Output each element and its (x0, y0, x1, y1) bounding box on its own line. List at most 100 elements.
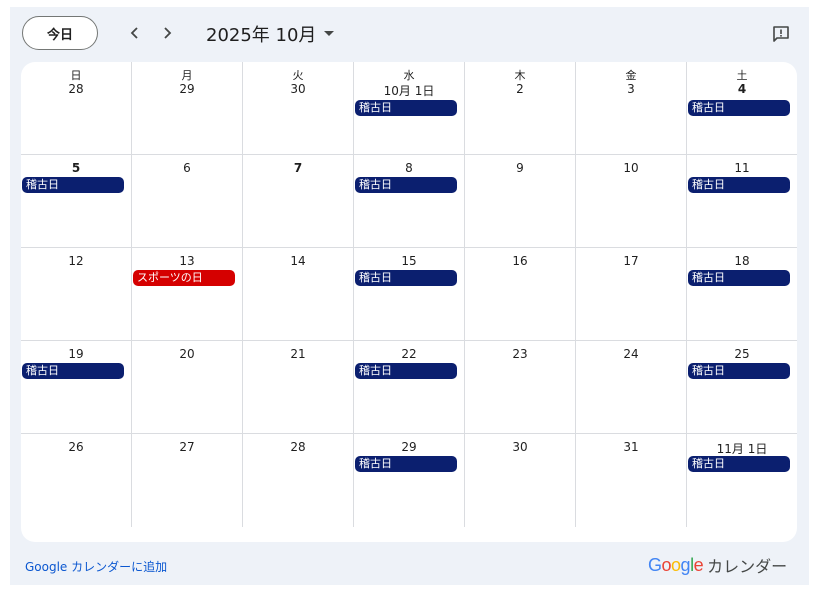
day-cell[interactable]: 29 稽古日 (354, 434, 465, 527)
day-number[interactable]: 30 (465, 440, 575, 454)
day-cell[interactable]: 金3 (576, 62, 687, 155)
event-chip[interactable]: スポーツの日 (133, 270, 235, 286)
day-number[interactable]: 25 (687, 347, 797, 361)
event-chip[interactable]: 稽古日 (688, 456, 790, 472)
weekday-label: 土 (736, 69, 748, 82)
day-number[interactable]: 28 (243, 440, 353, 454)
day-cell[interactable]: 12 (21, 248, 132, 341)
day-number[interactable]: 9 (465, 161, 575, 175)
month-selector[interactable]: 2025年 10月 (206, 21, 335, 47)
day-number[interactable]: 31 (576, 440, 686, 454)
day-number[interactable]: 29 (354, 440, 464, 454)
day-cell[interactable]: 水 10月 1日 稽古日 (354, 62, 465, 155)
day-cell[interactable]: 9 (465, 155, 576, 248)
day-cell[interactable]: 11 稽古日 (687, 155, 797, 248)
calendar-toolbar: 今日 2025年 10月 (10, 7, 809, 61)
week-row: 日 28 月 29 火 30 水 10月 1日 稽古日木 2 金 3 土 4 稽古日 (21, 62, 797, 155)
event-chip[interactable]: 稽古日 (22, 177, 124, 193)
day-cell[interactable]: 7 (243, 155, 354, 248)
weekday-label: 木 (514, 69, 526, 82)
day-number[interactable]: 19 (21, 347, 131, 361)
day-cell[interactable]: 火 30 (243, 62, 354, 155)
day-cell[interactable]: 17 (576, 248, 687, 341)
day-cell[interactable]: 22 稽古日 (354, 341, 465, 434)
day-number[interactable]: 17 (576, 254, 686, 268)
event-chip[interactable]: 稽古日 (688, 177, 790, 193)
day-cell[interactable]: 10 (576, 155, 687, 248)
week-row: 26 27 28 29 稽古日 30 31 11月 1日 稽古日 (21, 434, 797, 527)
day-number[interactable]: 24 (576, 347, 686, 361)
day-number[interactable]: 21 (243, 347, 353, 361)
day-number[interactable]: 2 (465, 82, 575, 96)
day-cell[interactable]: 26 (21, 434, 132, 527)
event-chip[interactable]: 稽古日 (355, 100, 457, 116)
day-number[interactable]: 28 (21, 82, 131, 96)
event-chip[interactable]: 稽古日 (688, 363, 790, 379)
day-number[interactable]: 7 (243, 161, 353, 175)
next-month-button[interactable] (154, 20, 180, 46)
chevron-right-icon (164, 27, 172, 39)
day-number[interactable]: 12 (21, 254, 131, 268)
day-cell[interactable]: 25 稽古日 (687, 341, 797, 434)
day-number[interactable]: 15 (354, 254, 464, 268)
add-to-google-calendar-link[interactable]: Google カレンダーに追加 (25, 558, 167, 575)
google-letter: g (680, 554, 691, 575)
day-cell[interactable]: 30 (465, 434, 576, 527)
day-cell[interactable]: 23 (465, 341, 576, 434)
day-cell[interactable]: 15 稽古日 (354, 248, 465, 341)
week-row: 5 稽古日 6 7 8 稽古日 9 10 11 稽古日 (21, 155, 797, 248)
weekday-label: 月 (181, 69, 193, 82)
day-cell[interactable]: 土 4 稽古日 (687, 62, 797, 155)
day-number[interactable]: 30 (243, 82, 353, 96)
day-cell[interactable]: 5 稽古日 (21, 155, 132, 248)
day-number[interactable]: 16 (465, 254, 575, 268)
day-number[interactable]: 10 (576, 161, 686, 175)
day-cell[interactable]: 13 スポーツの日 (132, 248, 243, 341)
day-number[interactable]: 6 (132, 161, 242, 175)
day-number[interactable]: 8 (354, 161, 464, 175)
event-chip[interactable]: 稽古日 (688, 100, 790, 116)
day-cell[interactable]: 11月 1日 稽古日 (687, 434, 797, 527)
previous-month-button[interactable] (122, 20, 148, 46)
day-number[interactable]: 26 (21, 440, 131, 454)
day-number[interactable]: 5 (21, 161, 131, 175)
day-number[interactable]: 3 (576, 82, 686, 96)
day-number[interactable]: 18 (687, 254, 797, 268)
day-number[interactable]: 4 (687, 82, 797, 96)
day-cell[interactable]: 21 (243, 341, 354, 434)
day-cell[interactable]: 木2 (465, 62, 576, 155)
weekday-label: 日 (70, 69, 82, 82)
day-number[interactable]: 11月 1日 (687, 440, 797, 457)
event-chip[interactable]: 稽古日 (355, 363, 457, 379)
day-number[interactable]: 27 (132, 440, 242, 454)
day-cell[interactable]: 24 (576, 341, 687, 434)
day-number[interactable]: 10月 1日 (354, 82, 464, 99)
day-cell[interactable]: 8 稽古日 (354, 155, 465, 248)
day-cell[interactable]: 日 28 (21, 62, 132, 155)
day-number[interactable]: 20 (132, 347, 242, 361)
weekday-label: 金 (625, 69, 637, 82)
day-cell[interactable]: 6 (132, 155, 243, 248)
day-cell[interactable]: 27 (132, 434, 243, 527)
day-cell[interactable]: 20 (132, 341, 243, 434)
event-chip[interactable]: 稽古日 (355, 456, 457, 472)
day-cell[interactable]: 31 (576, 434, 687, 527)
day-number[interactable]: 29 (132, 82, 242, 96)
day-cell[interactable]: 18 稽古日 (687, 248, 797, 341)
day-cell[interactable]: 28 (243, 434, 354, 527)
event-chip[interactable]: 稽古日 (355, 270, 457, 286)
event-chip[interactable]: 稽古日 (688, 270, 790, 286)
day-cell[interactable]: 16 (465, 248, 576, 341)
day-cell[interactable]: 14 (243, 248, 354, 341)
day-cell[interactable]: 19 稽古日 (21, 341, 132, 434)
day-number[interactable]: 11 (687, 161, 797, 175)
day-number[interactable]: 22 (354, 347, 464, 361)
day-number[interactable]: 14 (243, 254, 353, 268)
today-button[interactable]: 今日 (22, 16, 98, 50)
day-number[interactable]: 23 (465, 347, 575, 361)
event-chip[interactable]: 稽古日 (22, 363, 124, 379)
day-cell[interactable]: 月 29 (132, 62, 243, 155)
event-chip[interactable]: 稽古日 (355, 177, 457, 193)
day-number[interactable]: 13 (132, 254, 242, 268)
feedback-button[interactable] (768, 21, 794, 47)
